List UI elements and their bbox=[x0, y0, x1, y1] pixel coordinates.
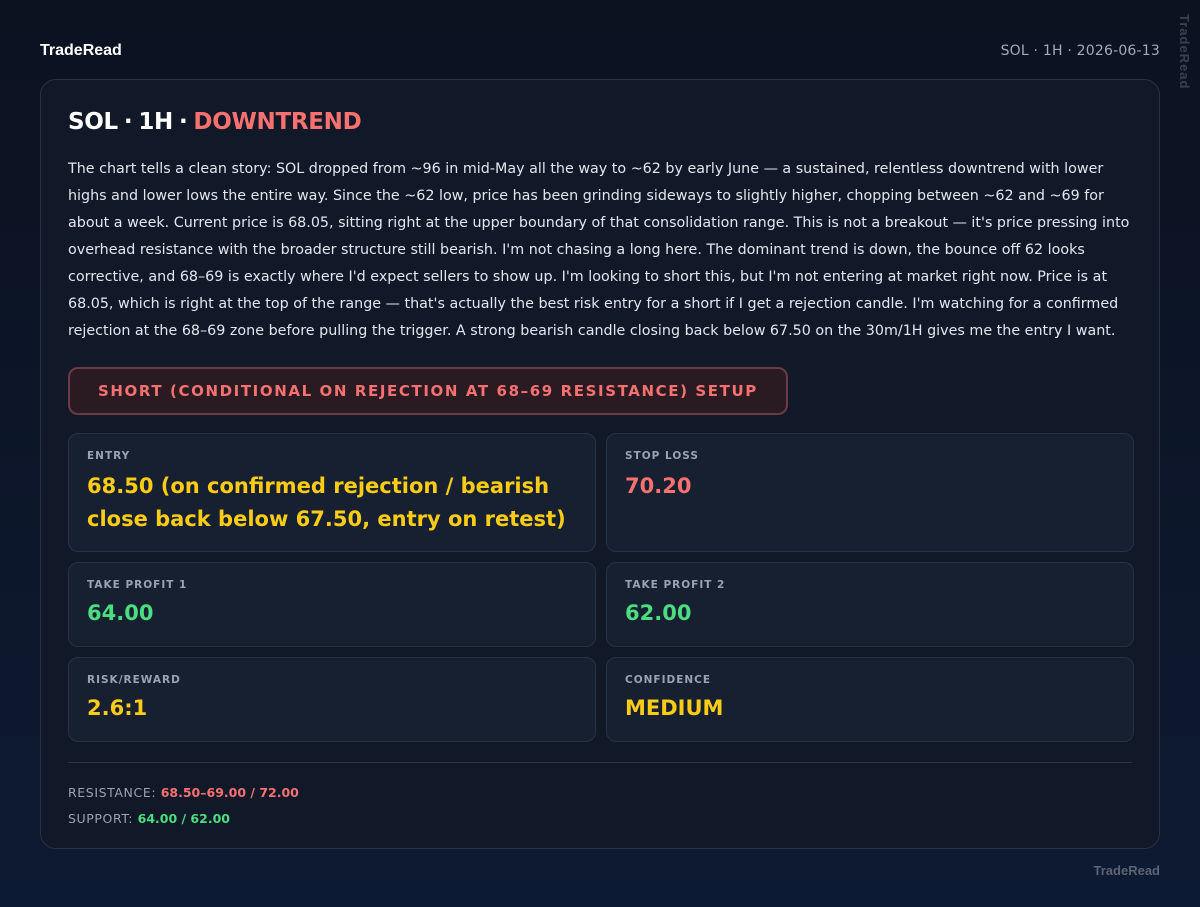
confidence-card: CONFIDENCE MEDIUM bbox=[606, 657, 1134, 742]
trend-label: DOWNTREND bbox=[193, 109, 362, 135]
risk-reward-card: RISK/REWARD 2.6:1 bbox=[68, 657, 596, 742]
stat-label: TAKE PROFIT 2 bbox=[625, 579, 726, 591]
risk-reward-value: 2.6:1 bbox=[87, 696, 148, 720]
stat-label: CONFIDENCE bbox=[625, 674, 712, 686]
support-value: 64.00 / 62.00 bbox=[137, 811, 230, 826]
stat-label: ENTRY bbox=[87, 450, 131, 462]
footer-watermark: TradeRead bbox=[1093, 863, 1160, 878]
take-profit-2-value: 62.00 bbox=[625, 601, 692, 625]
analysis-card: SOL · 1H · DOWNTREND The chart tells a c… bbox=[40, 79, 1160, 849]
key-levels: RESISTANCE: 68.50–69.00 / 72.00 SUPPORT:… bbox=[68, 780, 1132, 832]
symbol: SOL bbox=[68, 109, 118, 135]
stat-label: RISK/REWARD bbox=[87, 674, 181, 686]
title-separator: · bbox=[123, 109, 133, 135]
card-title: SOL · 1H · DOWNTREND bbox=[68, 106, 1132, 138]
take-profit-1-card: TAKE PROFIT 1 64.00 bbox=[68, 562, 596, 647]
setup-badge: SHORT (CONDITIONAL ON REJECTION AT 68–69… bbox=[68, 367, 788, 415]
confidence-value: MEDIUM bbox=[625, 696, 724, 720]
analysis-text: The chart tells a clean story: SOL dropp… bbox=[68, 161, 1130, 339]
stop-loss-value: 70.20 bbox=[625, 474, 692, 498]
side-watermark: TradeRead bbox=[1177, 14, 1192, 90]
entry-card: ENTRY 68.50 (on confirmed rejection / be… bbox=[68, 433, 596, 552]
title-separator: · bbox=[178, 109, 188, 135]
chart-meta: SOL · 1H · 2026-06-13 bbox=[1000, 43, 1160, 59]
support-row: SUPPORT: 64.00 / 62.00 bbox=[68, 806, 1132, 832]
stat-label: STOP LOSS bbox=[625, 450, 699, 462]
resistance-label: RESISTANCE: bbox=[68, 785, 161, 800]
support-label: SUPPORT: bbox=[68, 811, 138, 826]
stat-label: TAKE PROFIT 1 bbox=[87, 579, 188, 591]
take-profit-2-card: TAKE PROFIT 2 62.00 bbox=[606, 562, 1134, 647]
stop-loss-card: STOP LOSS 70.20 bbox=[606, 433, 1134, 552]
resistance-value: 68.50–69.00 / 72.00 bbox=[160, 785, 299, 800]
brand-logo-text: TradeRead bbox=[40, 42, 122, 59]
timeframe: 1H bbox=[138, 109, 173, 135]
entry-value: 68.50 (on confirmed rejection / bearish … bbox=[87, 474, 566, 531]
divider bbox=[68, 762, 1132, 763]
stats-grid: ENTRY 68.50 (on confirmed rejection / be… bbox=[68, 433, 1134, 742]
take-profit-1-value: 64.00 bbox=[87, 601, 154, 625]
top-bar: TradeRead SOL · 1H · 2026-06-13 bbox=[40, 38, 1160, 64]
resistance-row: RESISTANCE: 68.50–69.00 / 72.00 bbox=[68, 780, 1132, 806]
